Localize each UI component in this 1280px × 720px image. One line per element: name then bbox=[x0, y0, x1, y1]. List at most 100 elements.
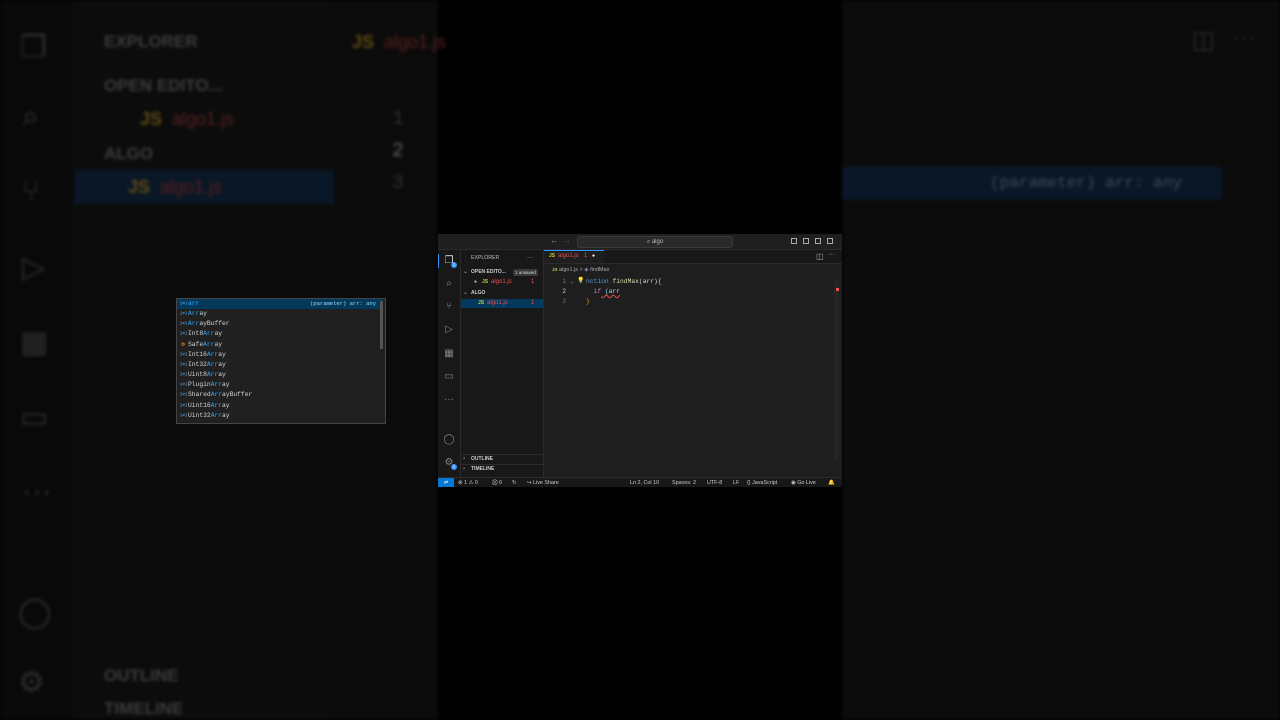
live-share-button[interactable]: ↪ Live Share bbox=[527, 478, 559, 487]
suggestion-label: Array bbox=[188, 309, 207, 319]
open-editor-item[interactable]: ● JS algo1.js 1 bbox=[461, 278, 543, 287]
variable-icon: [ø] bbox=[180, 393, 188, 398]
background-open-editors: OPEN EDITO... bbox=[104, 76, 223, 95]
source-control-icon[interactable]: ⑂ bbox=[443, 301, 455, 313]
suggestion-scrollbar[interactable] bbox=[380, 301, 383, 349]
customize-layout-icon[interactable] bbox=[827, 238, 833, 244]
suggestion-match: Arr bbox=[188, 320, 200, 328]
suggestion-pre: Safe bbox=[188, 340, 204, 348]
line-number: 3 bbox=[562, 298, 566, 305]
fold-chevron-icon[interactable]: ⌄ bbox=[570, 278, 574, 285]
command-center-search[interactable]: ⌕ algo bbox=[577, 236, 733, 248]
suggestion-match: Arr bbox=[206, 360, 219, 368]
breadcrumb-file[interactable]: algo1.js bbox=[559, 267, 578, 273]
suggestion-item[interactable]: [ø] Int32Array bbox=[177, 360, 383, 370]
variable-icon: [ø] bbox=[180, 332, 188, 337]
extensions-icon[interactable]: ▦ bbox=[443, 348, 455, 360]
keyword: nction bbox=[586, 278, 609, 285]
background-account-icon: ◯ bbox=[18, 596, 52, 629]
variable-icon: [ø] bbox=[180, 383, 188, 388]
variable-icon: [ø] bbox=[180, 352, 188, 357]
arrow-left-icon[interactable]: ← bbox=[550, 237, 558, 245]
encoding[interactable]: UTF-8 bbox=[707, 478, 722, 487]
indentation[interactable]: Spaces: 2 bbox=[672, 478, 696, 487]
suggestion-item[interactable]: [ø] PluginArray bbox=[177, 380, 383, 390]
end-of-line[interactable]: LF bbox=[733, 478, 739, 487]
suggestion-label: Uint8Array bbox=[188, 370, 226, 380]
suggestion-item[interactable]: [ø] Array bbox=[177, 309, 383, 319]
unsaved-dot-icon[interactable]: ● bbox=[592, 251, 595, 262]
suggestion-pre: Plugin bbox=[188, 381, 211, 389]
account-icon[interactable]: ◯ bbox=[443, 434, 455, 446]
broadcast-icon: ◉ bbox=[791, 480, 796, 486]
tab-algo1[interactable]: JS algo1.js 1 ● bbox=[544, 250, 604, 263]
suggestion-pre: Int8 bbox=[188, 330, 204, 338]
live-share-label: Live Share bbox=[533, 480, 559, 486]
suggestion-rest: ay bbox=[218, 350, 226, 358]
toggle-secondary-sidebar-icon[interactable] bbox=[815, 238, 821, 244]
suggestion-match: Arr bbox=[203, 330, 215, 338]
line-number: 2 bbox=[562, 288, 566, 295]
tab-bar: JS algo1.js 1 ● ◫ ··· bbox=[544, 250, 842, 264]
language-mode[interactable]: {} JavaScript bbox=[747, 478, 777, 487]
bell-icon[interactable]: 🔔 bbox=[828, 478, 835, 487]
suggestion-label: Int16Array bbox=[188, 350, 226, 360]
suggestion-item[interactable]: [ø] Int8Array bbox=[177, 329, 383, 339]
open-editors-header[interactable]: ⌄ OPEN EDITO... 1 unsaved bbox=[461, 268, 543, 277]
arrow-right-icon[interactable]: → bbox=[563, 237, 571, 245]
scrollbar[interactable] bbox=[834, 280, 839, 460]
suggestion-pre: Int16 bbox=[188, 350, 207, 358]
suggestion-match: Arr bbox=[188, 310, 200, 318]
suggestion-item[interactable]: [ø] ArrayBuffer bbox=[177, 319, 383, 329]
suggestion-pre: Uint32 bbox=[188, 411, 211, 419]
remote-indicator-icon[interactable]: ⇌ bbox=[438, 478, 454, 487]
search-icon[interactable]: ⌕ bbox=[443, 278, 455, 290]
suggestion-rest: ay bbox=[222, 401, 230, 409]
variable-icon: [ø] bbox=[180, 373, 188, 378]
suggestion-label: SharedArrayBuffer bbox=[188, 390, 252, 400]
background-js-icon-2: JS bbox=[128, 177, 151, 197]
suggestion-item[interactable]: [ø] Int16Array bbox=[177, 350, 383, 360]
suggestion-item[interactable]: [ø] SharedArrayBuffer bbox=[177, 390, 383, 400]
warning-count: 0 bbox=[474, 480, 478, 486]
background-split-icon: ◫ bbox=[1192, 27, 1215, 54]
ports-indicator[interactable]: ⛒ 0 bbox=[492, 478, 502, 487]
unsaved-badge: 1 unsaved bbox=[513, 269, 538, 276]
variable-icon: [ø] bbox=[180, 302, 188, 306]
timeline-header[interactable]: › TIMELINE bbox=[461, 464, 543, 474]
background-remote-icon: ▭ bbox=[20, 401, 49, 434]
language-label: JavaScript bbox=[752, 480, 778, 486]
toggle-panel-icon[interactable] bbox=[803, 238, 809, 244]
problems-indicator[interactable]: ⊗ 1 ⚠ 0 bbox=[458, 478, 478, 487]
folder-header[interactable]: ⌄ ALGO bbox=[461, 289, 543, 298]
lightbulb-icon[interactable]: 💡 bbox=[577, 277, 584, 284]
file-item[interactable]: JS algo1.js 1 bbox=[461, 299, 543, 308]
more-icon[interactable]: ··· bbox=[443, 394, 455, 406]
go-live-button[interactable]: ◉ Go Live bbox=[791, 478, 816, 487]
status-bar: ⇌ ⊗ 1 ⚠ 0 ⛒ 0 ↻ ↪ Live Share Ln 2, Col 1… bbox=[438, 477, 842, 487]
run-debug-icon[interactable]: ▷ bbox=[443, 324, 455, 336]
remote-explorer-icon[interactable]: ▭ bbox=[443, 371, 455, 383]
folder-label: ALGO bbox=[471, 290, 486, 296]
suggestion-item[interactable]: [ø] Uint16Array bbox=[177, 401, 383, 411]
outline-header[interactable]: › OUTLINE bbox=[461, 454, 543, 464]
explorer-badge: 1 bbox=[451, 262, 457, 268]
suggestion-item[interactable]: [ø] Uint32Array bbox=[177, 411, 383, 421]
suggestion-pre: Shared bbox=[188, 391, 211, 399]
suggestion-item[interactable]: [ø] Uint8Array bbox=[177, 370, 383, 380]
background-open-file: algo1.js bbox=[172, 109, 235, 129]
breadcrumb-symbol[interactable]: findMax bbox=[590, 267, 609, 273]
suggestion-match: Arr bbox=[210, 381, 223, 389]
js-file-icon: JS bbox=[478, 300, 485, 306]
explorer-more-button[interactable]: ··· bbox=[527, 254, 539, 263]
background-explorer-title: EXPLORER bbox=[104, 32, 198, 51]
toggle-primary-sidebar-icon[interactable] bbox=[791, 238, 797, 244]
sync-icon[interactable]: ↻ bbox=[512, 478, 517, 487]
more-actions-icon[interactable]: ··· bbox=[828, 251, 835, 258]
ports-count: 0 bbox=[499, 480, 502, 486]
suggestion-item[interactable]: ⚙ SafeArray bbox=[177, 340, 383, 350]
explorer-title: EXPLORER bbox=[471, 255, 500, 261]
split-editor-icon[interactable]: ◫ bbox=[816, 252, 824, 261]
cursor-position[interactable]: Ln 2, Col 10 bbox=[630, 478, 659, 487]
settings-badge: 1 bbox=[451, 464, 457, 470]
